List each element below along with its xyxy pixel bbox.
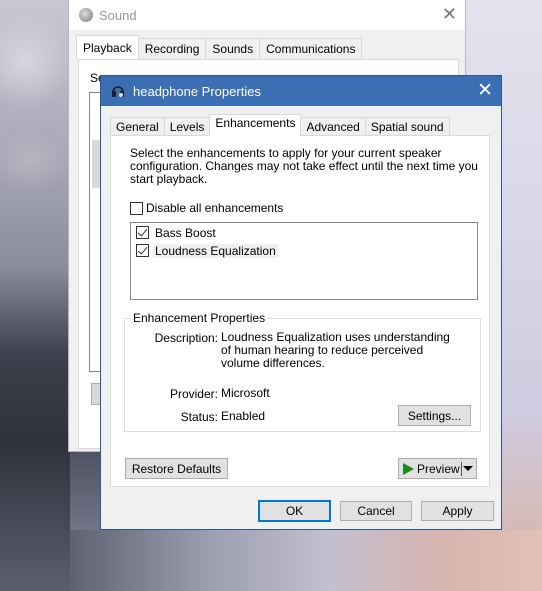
dialog-title-bar[interactable]: headphone Properties ✕ bbox=[101, 76, 501, 106]
loudness-equalization-label[interactable]: Loudness Equalization bbox=[153, 243, 278, 258]
tab-playback[interactable]: Playback bbox=[76, 35, 139, 59]
restore-defaults-button[interactable]: Restore Defaults bbox=[125, 458, 228, 479]
enhancement-item-loudness-equalization[interactable]: Loudness Equalization bbox=[131, 242, 477, 259]
enhancements-panel: Select the enhancements to apply for you… bbox=[110, 135, 490, 487]
tab-general[interactable]: General bbox=[110, 117, 165, 136]
cancel-button[interactable]: Cancel bbox=[340, 501, 412, 521]
bass-boost-label[interactable]: Bass Boost bbox=[153, 226, 218, 240]
sound-window-title: Sound bbox=[99, 7, 137, 23]
sound-close-icon[interactable]: ✕ bbox=[442, 4, 457, 25]
intro-text: Select the enhancements to apply for you… bbox=[130, 146, 478, 186]
split-divider bbox=[461, 462, 462, 476]
description-label: Description: bbox=[154, 331, 218, 345]
description-row: Description: Loudness Equalization uses … bbox=[125, 331, 451, 370]
enhancement-item-bass-boost[interactable]: Bass Boost bbox=[131, 224, 477, 241]
tab-recording[interactable]: Recording bbox=[137, 38, 207, 59]
dialog-close-icon[interactable]: ✕ bbox=[477, 79, 493, 102]
enhancement-list[interactable]: Bass Boost Loudness Equalization bbox=[130, 222, 478, 300]
play-icon bbox=[403, 462, 414, 475]
headphone-properties-dialog[interactable]: headphone Properties ✕ General Levels En… bbox=[100, 75, 502, 530]
bass-boost-checkbox[interactable] bbox=[136, 226, 149, 239]
provider-label: Provider: bbox=[169, 387, 218, 401]
desktop-wallpaper-left bbox=[0, 0, 70, 591]
headphone-icon bbox=[112, 86, 124, 97]
desktop-wallpaper-bottom bbox=[70, 530, 542, 591]
tab-spatial-sound[interactable]: Spatial sound bbox=[364, 117, 450, 136]
tab-advanced[interactable]: Advanced bbox=[300, 117, 366, 136]
group-legend: Enhancement Properties bbox=[131, 311, 268, 325]
settings-button[interactable]: Settings... bbox=[398, 405, 471, 426]
dialog-title: headphone Properties bbox=[133, 83, 261, 99]
ok-button[interactable]: OK bbox=[258, 500, 331, 522]
status-label: Status: bbox=[180, 410, 218, 424]
tab-enhancements[interactable]: Enhancements bbox=[209, 114, 302, 136]
disable-all-label[interactable]: Disable all enhancements bbox=[146, 201, 283, 215]
tab-levels[interactable]: Levels bbox=[163, 117, 211, 136]
enhancement-properties-group: Enhancement Properties Description: Loud… bbox=[124, 311, 481, 432]
dropdown-arrow-icon[interactable] bbox=[463, 466, 473, 471]
disable-all-row[interactable]: Disable all enhancements bbox=[130, 201, 283, 215]
tab-sounds[interactable]: Sounds bbox=[205, 38, 261, 59]
apply-button[interactable]: Apply bbox=[421, 501, 494, 521]
preview-label: Preview bbox=[417, 461, 460, 476]
disable-all-checkbox[interactable] bbox=[130, 201, 143, 215]
description-value: Loudness Equalization uses understanding… bbox=[221, 330, 450, 370]
speaker-icon bbox=[79, 8, 93, 22]
provider-row: Provider: Microsoft bbox=[125, 386, 451, 402]
preview-button[interactable]: Preview bbox=[398, 458, 477, 479]
sound-title-bar[interactable]: Sound ✕ bbox=[69, 0, 465, 30]
provider-value: Microsoft bbox=[221, 386, 270, 400]
loudness-equalization-checkbox[interactable] bbox=[136, 244, 149, 257]
dialog-tab-strip: General Levels Enhancements Advanced Spa… bbox=[110, 114, 450, 136]
sound-tab-strip: Playback Recording Sounds Communications bbox=[76, 35, 363, 59]
tab-communications[interactable]: Communications bbox=[259, 38, 363, 59]
